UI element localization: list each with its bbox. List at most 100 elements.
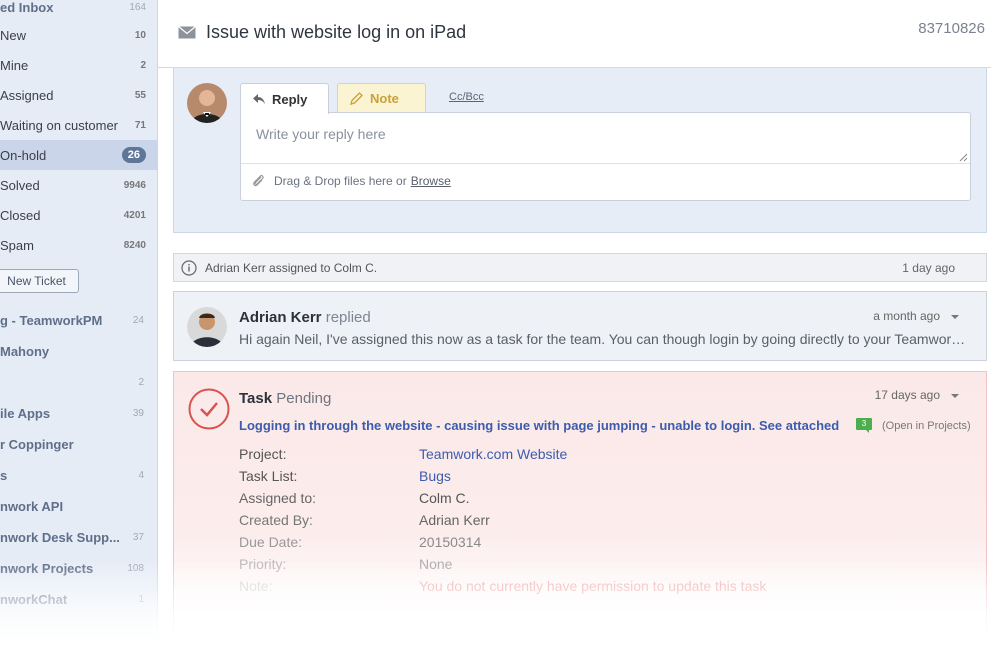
ticket-id: 83710826 — [918, 20, 985, 37]
sidebar-section-item[interactable]: nwork Desk Supp... 37 — [0, 523, 157, 551]
sidebar-section-label: Mahony — [0, 343, 50, 359]
new-ticket-label: New Ticket — [7, 274, 66, 288]
reply-panel: Reply Note Cc/Bcc Drag & Drop files here… — [173, 68, 987, 233]
sidebar-item-count: 8240 — [123, 239, 146, 251]
field-value-link[interactable]: Teamwork.com Website — [419, 446, 567, 462]
sidebar-section-item[interactable]: nworkChat 1 — [0, 585, 157, 613]
tab-note[interactable]: Note — [337, 83, 426, 113]
sidebar-item-count: 26 — [121, 147, 146, 163]
message-preview: Hi again Neil, I've assigned this now as… — [239, 331, 969, 347]
tab-reply-label: Reply — [272, 91, 308, 107]
event-text: Adrian Kerr assigned to Colm C. — [205, 261, 378, 275]
sidebar: ed Inbox 164 New 10 Mine 2 Assigned 55 W… — [0, 0, 158, 662]
field-label: Task List: — [239, 468, 298, 484]
sidebar-section-item[interactable]: nwork API — [0, 492, 157, 520]
sidebar-section-item[interactable]: nwork Projects 108 — [0, 554, 157, 582]
message-card[interactable]: Adrian Kerr replied a month ago Hi again… — [173, 291, 987, 361]
sidebar-item-label: Waiting on customer — [0, 117, 119, 133]
sidebar-section-label: nwork Projects — [0, 560, 94, 576]
field-value-link[interactable]: Bugs — [419, 468, 451, 484]
sidebar-section-count: 24 — [132, 314, 144, 326]
ticket-header: Issue with website log in on iPad 837108… — [158, 0, 991, 68]
sidebar-item-on-hold[interactable]: On-hold 26 — [0, 140, 157, 170]
field-label: Created By: — [239, 512, 313, 528]
pencil-icon — [350, 92, 363, 105]
message-verb: replied — [325, 309, 371, 326]
user-avatar-icon — [187, 307, 227, 347]
sidebar-item-count: 9946 — [123, 179, 146, 191]
sidebar-section-item[interactable]: ile Apps 39 — [0, 399, 157, 427]
message-author[interactable]: Adrian Kerr — [239, 309, 322, 326]
sidebar-section-label: nwork API — [0, 498, 64, 514]
sidebar-item-count: 71 — [134, 119, 146, 131]
sidebar-section-label: g - TeamworkPM — [0, 312, 103, 328]
task-check-icon[interactable] — [188, 388, 230, 430]
sidebar-section-count: 1 — [138, 593, 144, 605]
sidebar-item-label: Spam — [0, 237, 34, 253]
event-bar: Adrian Kerr assigned to Colm C. 1 day ag… — [173, 253, 987, 282]
field-value: 20150314 — [419, 534, 482, 550]
field-value: Colm C. — [419, 490, 470, 506]
field-label: Project: — [239, 446, 287, 462]
sidebar-item-spam[interactable]: Spam 8240 — [0, 230, 157, 260]
user-avatar-icon — [187, 83, 227, 123]
sidebar-item-label: Closed — [0, 207, 41, 223]
browse-link[interactable]: Browse — [411, 174, 451, 188]
sidebar-item-solved[interactable]: Solved 9946 — [0, 170, 157, 200]
resize-grip-icon[interactable] — [959, 153, 968, 162]
reply-arrow-icon — [253, 94, 265, 104]
field-label: Due Date: — [239, 534, 303, 550]
field-value: None — [419, 556, 453, 572]
sidebar-item-label: Solved — [0, 177, 40, 193]
sidebar-section-count: 37 — [132, 531, 144, 543]
sidebar-section-item[interactable]: s 4 — [0, 461, 157, 489]
envelope-icon — [178, 26, 196, 39]
task-title-link[interactable]: Logging in through the website - causing… — [239, 418, 839, 433]
field-value: Adrian Kerr — [419, 512, 490, 528]
tab-note-label: Note — [370, 91, 399, 106]
avatar — [187, 307, 227, 347]
sidebar-section-label: s — [0, 467, 8, 483]
paperclip-icon — [253, 174, 264, 187]
sidebar-item-count: 2 — [140, 59, 146, 71]
sidebar-section-label: ile Apps — [0, 405, 51, 421]
sidebar-item-count: 164 — [129, 1, 146, 13]
reply-textarea[interactable] — [241, 113, 970, 164]
tab-reply[interactable]: Reply — [240, 83, 329, 114]
sidebar-section-item[interactable]: Mahony — [0, 337, 157, 365]
sidebar-item-closed[interactable]: Closed 4201 — [0, 200, 157, 230]
sidebar-section-count: 2 — [138, 376, 144, 388]
sidebar-item-label: Assigned — [0, 87, 54, 103]
field-label: Assigned to: — [239, 490, 317, 506]
sidebar-item-mine[interactable]: Mine 2 — [0, 50, 157, 80]
sidebar-item-count: 55 — [134, 89, 146, 101]
sidebar-item-label: Mine — [0, 57, 29, 73]
comment-count-badge[interactable]: 3 — [856, 418, 872, 433]
open-in-projects-link[interactable]: (Open in Projects) — [882, 420, 971, 432]
sidebar-item-label: On-hold — [0, 147, 47, 163]
sidebar-section-item[interactable]: g - TeamworkPM 24 — [0, 306, 157, 334]
sidebar-item-waiting-on-customer[interactable]: Waiting on customer 71 — [0, 110, 157, 140]
sidebar-section-count: 108 — [127, 562, 144, 574]
new-ticket-button[interactable]: New Ticket — [0, 269, 79, 293]
sidebar-section-item[interactable]: 2 — [0, 368, 157, 396]
sidebar-item-assigned[interactable]: Assigned 55 — [0, 80, 157, 110]
field-label: Note: — [239, 578, 273, 594]
task-status: Pending — [276, 390, 332, 407]
task-time: 17 days ago — [874, 388, 940, 402]
sidebar-item-label: ed Inbox — [0, 0, 54, 15]
sidebar-item-new[interactable]: New 10 — [0, 20, 157, 50]
ccbcc-link[interactable]: Cc/Bcc — [449, 91, 484, 103]
chevron-down-icon[interactable] — [951, 315, 959, 319]
attachment-dropzone[interactable]: Drag & Drop files here or Browse — [251, 173, 451, 189]
avatar — [187, 83, 227, 123]
task-label: Task — [239, 390, 273, 407]
sidebar-item-inbox[interactable]: ed Inbox 164 — [0, 0, 157, 22]
sidebar-section-label: r Coppinger — [0, 436, 74, 452]
event-time: 1 day ago — [902, 261, 955, 275]
chevron-down-icon[interactable] — [951, 394, 959, 398]
sidebar-section-count: 39 — [132, 407, 144, 419]
sidebar-section-label: nwork Desk Supp... — [0, 529, 120, 545]
sidebar-section-item[interactable]: r Coppinger — [0, 430, 157, 458]
info-icon — [181, 260, 197, 276]
